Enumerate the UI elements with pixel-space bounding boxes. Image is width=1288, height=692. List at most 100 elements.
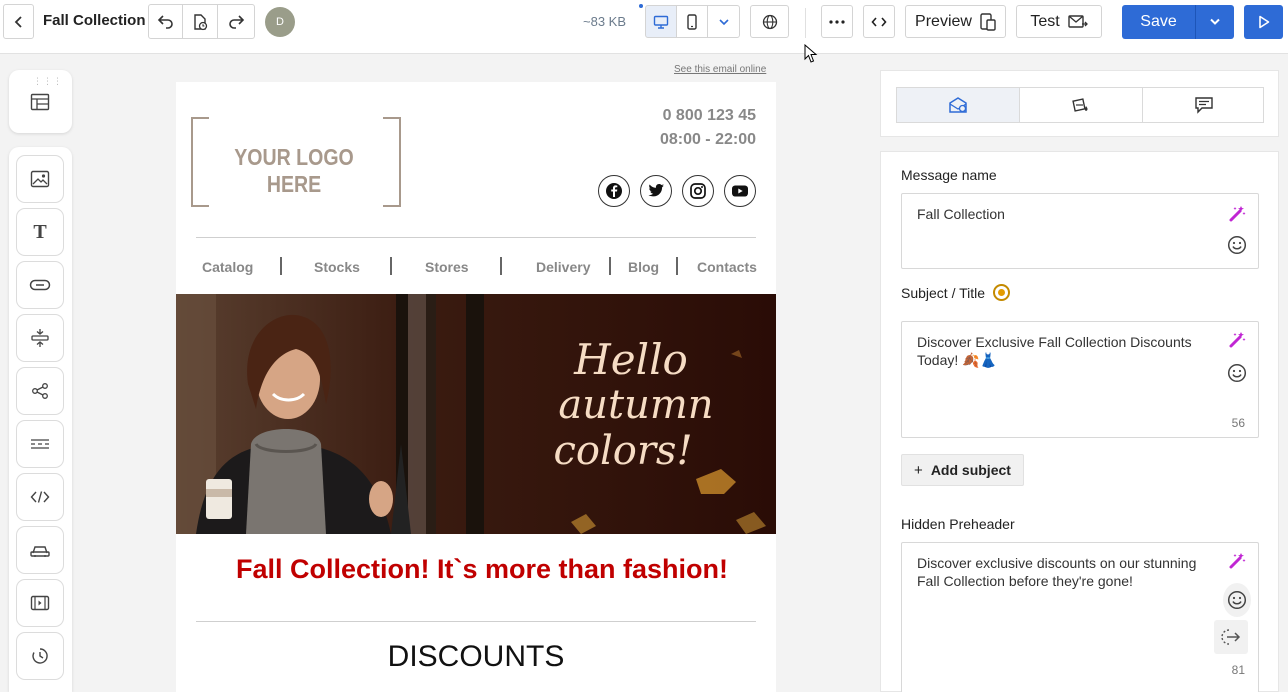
redo-icon bbox=[229, 14, 245, 29]
menu-item-catalog[interactable]: Catalog bbox=[202, 259, 253, 275]
menu-item-blog[interactable]: Blog bbox=[628, 259, 659, 275]
divider bbox=[805, 8, 806, 38]
send-button[interactable] bbox=[1244, 5, 1283, 39]
settings-panel: Message name Fall Collection Subject / T… bbox=[880, 151, 1279, 692]
redo-button[interactable] bbox=[217, 4, 255, 39]
working-hours: 08:00 - 22:00 bbox=[659, 131, 756, 148]
hero-text-line-1: Hello bbox=[573, 335, 688, 384]
preview-label: Preview bbox=[915, 12, 972, 30]
timer-icon bbox=[32, 648, 48, 664]
more-dots-icon bbox=[829, 19, 845, 24]
message-name-label: Message name bbox=[901, 167, 997, 183]
preview-button[interactable]: Preview bbox=[905, 5, 1006, 38]
play-icon bbox=[1258, 15, 1269, 29]
tab-design[interactable] bbox=[1020, 88, 1142, 122]
menu-item-stocks[interactable]: Stocks bbox=[314, 259, 360, 275]
hero-banner[interactable]: Hello autumn colors! bbox=[176, 294, 776, 534]
hero-text-line-3: colors! bbox=[553, 428, 692, 474]
send-mail-icon bbox=[1067, 14, 1088, 28]
preview-devices-icon bbox=[980, 12, 996, 31]
monitor-icon bbox=[653, 15, 669, 29]
image-icon bbox=[30, 170, 50, 188]
history-button[interactable] bbox=[182, 4, 218, 39]
login-arrow-icon bbox=[1221, 629, 1241, 645]
section-title[interactable]: DISCOUNTS bbox=[176, 640, 776, 674]
logo-placeholder[interactable]: YOUR LOGO HERE bbox=[191, 117, 401, 207]
hero-image: Hello autumn colors! bbox=[176, 294, 776, 534]
button-shape-icon bbox=[29, 279, 51, 291]
menu-item-stores[interactable]: Stores bbox=[425, 259, 469, 275]
add-subject-button[interactable]: + Add subject bbox=[901, 454, 1024, 486]
code-view-button[interactable] bbox=[863, 5, 895, 38]
file-history-icon bbox=[194, 13, 208, 30]
view-online-link[interactable]: See this email online bbox=[674, 64, 766, 75]
instagram-icon[interactable] bbox=[682, 175, 714, 207]
preheader-field[interactable]: Discover exclusive discounts on our stun… bbox=[901, 542, 1259, 692]
html-block-button[interactable] bbox=[16, 473, 64, 521]
twitter-icon[interactable] bbox=[640, 175, 672, 207]
menu-separator bbox=[390, 257, 392, 275]
subject-field[interactable]: Discover Exclusive Fall Collection Disco… bbox=[901, 321, 1259, 438]
menu-separator bbox=[280, 257, 282, 275]
top-bar: Fall Collection D ~83 KB Preview Test Sa… bbox=[0, 0, 1288, 54]
mouse-cursor-icon bbox=[804, 44, 818, 63]
menu-separator bbox=[500, 257, 502, 275]
more-options-button[interactable] bbox=[821, 5, 853, 38]
language-button[interactable] bbox=[750, 5, 789, 38]
view-dropdown-button[interactable] bbox=[707, 5, 740, 38]
video-block-button[interactable] bbox=[16, 579, 64, 627]
plus-icon: + bbox=[914, 461, 923, 479]
spacer-block-button[interactable] bbox=[16, 314, 64, 362]
mobile-view-button[interactable] bbox=[676, 5, 708, 38]
email-canvas[interactable]: YOUR LOGO HERE 0 800 123 45 08:00 - 22:0… bbox=[176, 82, 776, 692]
settings-tabs bbox=[880, 70, 1279, 137]
page-title: Fall Collection bbox=[43, 12, 146, 29]
hero-text-line-2: autumn bbox=[558, 382, 713, 428]
message-name-field[interactable]: Fall Collection bbox=[901, 193, 1259, 269]
menu-item-delivery[interactable]: Delivery bbox=[536, 259, 590, 275]
message-name-input[interactable]: Fall Collection bbox=[917, 205, 1202, 223]
emoji-icon[interactable] bbox=[1223, 583, 1251, 617]
structure-panel: ⋮⋮⋮ bbox=[9, 70, 72, 133]
undo-button[interactable] bbox=[148, 4, 183, 39]
magic-wand-icon[interactable] bbox=[1224, 327, 1250, 353]
tab-message-settings[interactable] bbox=[897, 88, 1019, 122]
menu-item-contacts[interactable]: Contacts bbox=[697, 259, 757, 275]
social-block-button[interactable] bbox=[16, 367, 64, 415]
text-block-button[interactable]: T bbox=[16, 208, 64, 256]
product-block-button[interactable] bbox=[16, 526, 64, 574]
magic-wand-icon[interactable] bbox=[1224, 548, 1250, 574]
layout-blocks-icon[interactable] bbox=[30, 93, 50, 116]
menu-separator bbox=[676, 257, 678, 275]
button-block-button[interactable] bbox=[16, 261, 64, 309]
headline[interactable]: Fall Collection! It`s more than fashion! bbox=[176, 554, 776, 585]
divider-block-button[interactable] bbox=[16, 420, 64, 468]
save-button-group: Save bbox=[1122, 5, 1234, 39]
logo-bracket-right bbox=[383, 117, 401, 207]
contact-info: 0 800 123 45 08:00 - 22:00 bbox=[660, 104, 756, 152]
drag-handle-icon[interactable]: ⋮⋮⋮ bbox=[33, 76, 63, 87]
back-button[interactable] bbox=[3, 4, 34, 39]
text-icon: T bbox=[33, 220, 47, 243]
youtube-icon[interactable] bbox=[724, 175, 756, 207]
subject-input[interactable]: Discover Exclusive Fall Collection Disco… bbox=[917, 333, 1202, 369]
indicator-dot bbox=[639, 4, 643, 8]
test-button[interactable]: Test bbox=[1016, 5, 1102, 38]
tab-comments[interactable] bbox=[1143, 88, 1265, 122]
emoji-icon[interactable] bbox=[1224, 360, 1250, 386]
header-divider bbox=[196, 237, 756, 238]
timer-block-button[interactable] bbox=[16, 632, 64, 680]
subject-status-icon[interactable] bbox=[993, 284, 1010, 301]
blocks-panel: T bbox=[9, 147, 72, 692]
save-button[interactable]: Save bbox=[1122, 5, 1195, 39]
desktop-view-button[interactable] bbox=[645, 5, 677, 38]
facebook-icon[interactable] bbox=[598, 175, 630, 207]
insert-variable-button[interactable] bbox=[1214, 620, 1248, 654]
preheader-input[interactable]: Discover exclusive discounts on our stun… bbox=[917, 554, 1202, 590]
image-block-button[interactable] bbox=[16, 155, 64, 203]
magic-wand-icon[interactable] bbox=[1224, 201, 1250, 227]
save-dropdown-button[interactable] bbox=[1196, 5, 1234, 39]
comment-icon bbox=[1195, 97, 1213, 114]
avatar[interactable]: D bbox=[265, 7, 295, 37]
emoji-icon[interactable] bbox=[1224, 232, 1250, 258]
